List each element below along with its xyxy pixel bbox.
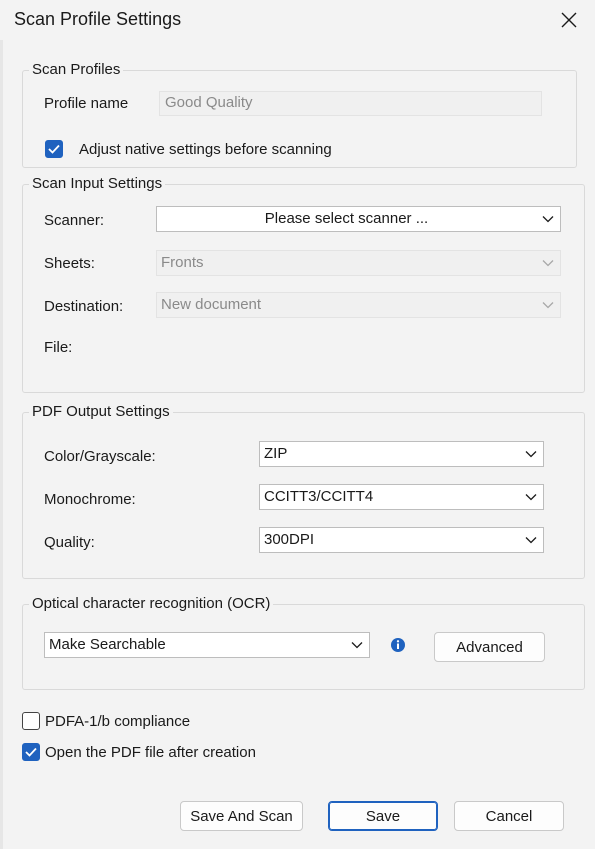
pdfa-checkbox[interactable] — [22, 712, 40, 730]
ocr-mode-value: Make Searchable — [49, 636, 166, 653]
ocr-mode-select[interactable]: Make Searchable — [44, 632, 370, 658]
save-and-scan-button[interactable]: Save And Scan — [180, 801, 303, 831]
close-icon — [561, 12, 577, 28]
checkmark-icon — [25, 747, 37, 757]
chevron-down-icon — [351, 642, 363, 649]
color-grayscale-label: Color/Grayscale: — [44, 448, 156, 465]
checkmark-icon — [48, 144, 60, 154]
monochrome-value: CCITT3/CCITT4 — [264, 488, 374, 505]
monochrome-label: Monochrome: — [44, 491, 136, 508]
info-icon[interactable] — [390, 637, 406, 653]
profile-name-label: Profile name — [44, 95, 129, 112]
chevron-down-icon — [542, 302, 554, 309]
cancel-button[interactable]: Cancel — [454, 801, 564, 831]
scan-profiles-legend: Scan Profiles — [29, 61, 124, 79]
color-grayscale-value: ZIP — [264, 445, 288, 462]
sheets-label: Sheets: — [44, 255, 95, 272]
profile-name-value: Good Quality — [165, 94, 253, 111]
scanner-value: Please select scanner ... — [264, 210, 429, 227]
destination-select[interactable]: New document — [156, 292, 561, 318]
title-bar: Scan Profile Settings — [0, 0, 595, 40]
quality-select[interactable]: 300DPI — [259, 527, 544, 553]
scanner-select[interactable]: Please select scanner ... — [156, 206, 561, 232]
scan-input-legend: Scan Input Settings — [29, 175, 166, 193]
quality-value: 300DPI — [264, 531, 315, 548]
dialog-title: Scan Profile Settings — [14, 9, 182, 29]
open-pdf-label[interactable]: Open the PDF file after creation — [45, 744, 256, 762]
sheets-value: Fronts — [161, 254, 204, 271]
save-button[interactable]: Save — [328, 801, 438, 831]
open-pdf-checkbox[interactable] — [22, 743, 40, 761]
pdf-output-legend: PDF Output Settings — [29, 403, 173, 421]
monochrome-select[interactable]: CCITT3/CCITT4 — [259, 484, 544, 510]
profile-name-field: Good Quality — [159, 91, 542, 116]
chevron-down-icon — [525, 537, 537, 544]
destination-value: New document — [161, 296, 262, 313]
chevron-down-icon — [542, 216, 554, 223]
chevron-down-icon — [525, 494, 537, 501]
scanner-label: Scanner: — [44, 212, 105, 229]
destination-label: Destination: — [44, 298, 124, 315]
color-grayscale-select[interactable]: ZIP — [259, 441, 544, 467]
file-label: File: — [44, 339, 73, 356]
adjust-native-checkbox[interactable] — [45, 140, 63, 158]
window-edge — [0, 40, 3, 849]
chevron-down-icon — [542, 260, 554, 267]
sheets-select[interactable]: Fronts — [156, 250, 561, 276]
ocr-legend: Optical character recognition (OCR) — [29, 595, 274, 613]
close-button[interactable] — [552, 4, 586, 36]
adjust-native-label[interactable]: Adjust native settings before scanning — [79, 141, 332, 159]
pdfa-label[interactable]: PDFA-1/b compliance — [45, 713, 190, 731]
quality-label: Quality: — [44, 534, 95, 551]
chevron-down-icon — [525, 451, 537, 458]
advanced-button[interactable]: Advanced — [434, 632, 545, 662]
